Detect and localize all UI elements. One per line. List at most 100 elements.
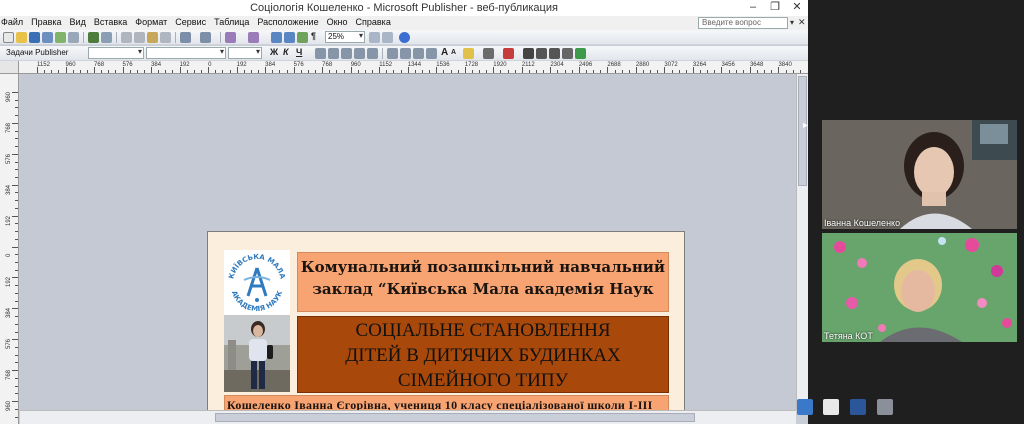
- ruler-tick: [628, 70, 630, 73]
- distribute-icon[interactable]: [367, 48, 378, 59]
- menu-format[interactable]: Формат: [131, 16, 171, 27]
- arrow-style-icon[interactable]: [549, 48, 560, 59]
- minimize-button[interactable]: –: [742, 0, 764, 16]
- insert-hyperlink-icon[interactable]: [284, 32, 295, 43]
- bring-to-front-icon[interactable]: [225, 32, 236, 43]
- grow-font-button[interactable]: A: [441, 47, 448, 58]
- word-icon[interactable]: [850, 399, 866, 415]
- cut-icon[interactable]: [121, 32, 132, 43]
- ruler-tick: [742, 70, 744, 73]
- publisher-tasks-button[interactable]: Задачи Publisher: [6, 48, 68, 57]
- line-color-icon[interactable]: [483, 48, 494, 59]
- vertical-scroll-thumb[interactable]: [798, 76, 807, 186]
- horizontal-ruler[interactable]: 1152 960 768 576 384 192 0 192 384 576 768 960 1152 1…: [19, 61, 808, 74]
- line-style-icon[interactable]: [523, 48, 534, 59]
- redo-icon[interactable]: [200, 32, 211, 43]
- ruler-tick: [272, 70, 274, 73]
- menu-table[interactable]: Таблица: [210, 16, 253, 27]
- menu-file[interactable]: Файл: [0, 16, 27, 27]
- save-icon[interactable]: [29, 32, 40, 43]
- shield-icon[interactable]: [823, 399, 839, 415]
- dash-style-icon[interactable]: [536, 48, 547, 59]
- open-icon[interactable]: [16, 32, 27, 43]
- align-left-icon[interactable]: [315, 48, 326, 59]
- style-select[interactable]: [88, 47, 144, 59]
- justify-icon[interactable]: [354, 48, 365, 59]
- horizontal-scrollbar[interactable]: [20, 410, 796, 424]
- columns-icon[interactable]: [297, 32, 308, 43]
- help-icon[interactable]: [399, 32, 410, 43]
- font-size-select[interactable]: [228, 47, 262, 59]
- restore-button[interactable]: ❐: [764, 0, 786, 16]
- ruler-label: 960: [6, 91, 12, 102]
- ruler-tick: [86, 70, 88, 73]
- font-color-icon[interactable]: [503, 48, 514, 59]
- print-preview-icon[interactable]: [55, 32, 66, 43]
- fill-color-icon[interactable]: [463, 48, 474, 59]
- zoom-select[interactable]: 25%: [325, 31, 365, 43]
- send-to-back-icon[interactable]: [248, 32, 259, 43]
- ruler-tick: [15, 354, 18, 356]
- menu-help[interactable]: Справка: [352, 16, 395, 27]
- print-icon[interactable]: [42, 32, 53, 43]
- new-icon[interactable]: [3, 32, 14, 43]
- ruler-tick: [15, 362, 18, 364]
- web-preview-icon[interactable]: [68, 32, 79, 43]
- bullets-icon[interactable]: [400, 48, 411, 59]
- underline-button[interactable]: Ч: [296, 47, 302, 57]
- menu-arrange[interactable]: Расположение: [253, 16, 322, 27]
- zoom-out-icon[interactable]: [369, 32, 380, 43]
- undo-icon[interactable]: [180, 32, 191, 43]
- copy-icon[interactable]: [134, 32, 145, 43]
- participant-video-2[interactable]: Тетяна КОТ: [822, 233, 1017, 342]
- close-document-button[interactable]: ✕: [798, 17, 806, 28]
- research-icon[interactable]: [101, 32, 112, 43]
- menu-edit[interactable]: Правка: [27, 16, 65, 27]
- ruler-corner[interactable]: [0, 61, 19, 74]
- paste-icon[interactable]: [147, 32, 158, 43]
- ruler-tick: [379, 67, 381, 73]
- increase-indent-icon[interactable]: [426, 48, 437, 59]
- participant-name: Іванна Кошеленко: [824, 218, 901, 228]
- align-center-icon[interactable]: [328, 48, 339, 59]
- menu-insert[interactable]: Вставка: [90, 16, 131, 27]
- paragraph-mark-icon[interactable]: ¶: [311, 31, 316, 41]
- bold-button[interactable]: Ж: [270, 47, 278, 57]
- ruler-tick: [329, 70, 331, 73]
- shadow-style-icon[interactable]: [562, 48, 573, 59]
- menu-window[interactable]: Окно: [323, 16, 352, 27]
- font-select[interactable]: [146, 47, 226, 59]
- horizontal-scroll-thumb[interactable]: [215, 413, 695, 422]
- zoom-in-icon[interactable]: [382, 32, 393, 43]
- menu-tools[interactable]: Сервис: [171, 16, 210, 27]
- institution-header[interactable]: Комунальний позашкільний навчальний закл…: [297, 252, 669, 312]
- align-right-icon[interactable]: [341, 48, 352, 59]
- spelling-icon[interactable]: [88, 32, 99, 43]
- participant-video-1[interactable]: Іванна Кошеленко: [822, 120, 1017, 229]
- zoom-app-icon[interactable]: [797, 399, 813, 415]
- ruler-tick: [635, 67, 637, 73]
- app-icon[interactable]: [877, 399, 893, 415]
- menu-view[interactable]: Вид: [66, 16, 90, 27]
- numbering-icon[interactable]: [387, 48, 398, 59]
- format-painter-icon[interactable]: [160, 32, 171, 43]
- ruler-tick: [393, 70, 395, 73]
- close-button[interactable]: ✕: [786, 0, 808, 16]
- ruler-tick: [650, 70, 652, 73]
- screen: Соціологія Кошеленко - Microsoft Publish…: [0, 0, 1024, 424]
- ruler-tick: [778, 67, 780, 73]
- ruler-tick: [799, 70, 801, 73]
- ask-dropdown-icon[interactable]: ▾: [790, 18, 794, 27]
- decrease-indent-icon[interactable]: [413, 48, 424, 59]
- publication-page[interactable]: КИЇВСЬКА МАЛА АКАДЕМІЯ НАУК Комунальний …: [207, 231, 685, 424]
- insert-table-icon[interactable]: [271, 32, 282, 43]
- italic-button[interactable]: К: [283, 47, 289, 57]
- publication-title[interactable]: СОЦІАЛЬНЕ СТАНОВЛЕННЯ ДІТЕЙ В ДИТЯЧИХ БУ…: [297, 316, 669, 393]
- ask-question-input[interactable]: Введите вопрос: [698, 17, 788, 29]
- ruler-label: 960: [350, 62, 361, 68]
- ruler-tick: [15, 269, 18, 271]
- vertical-ruler[interactable]: 960 768 576 384 192 0 192 384 576 768 960: [0, 74, 19, 424]
- shrink-font-button[interactable]: A: [451, 49, 456, 56]
- ruler-label: 1152: [37, 62, 50, 68]
- 3d-style-icon[interactable]: [575, 48, 586, 59]
